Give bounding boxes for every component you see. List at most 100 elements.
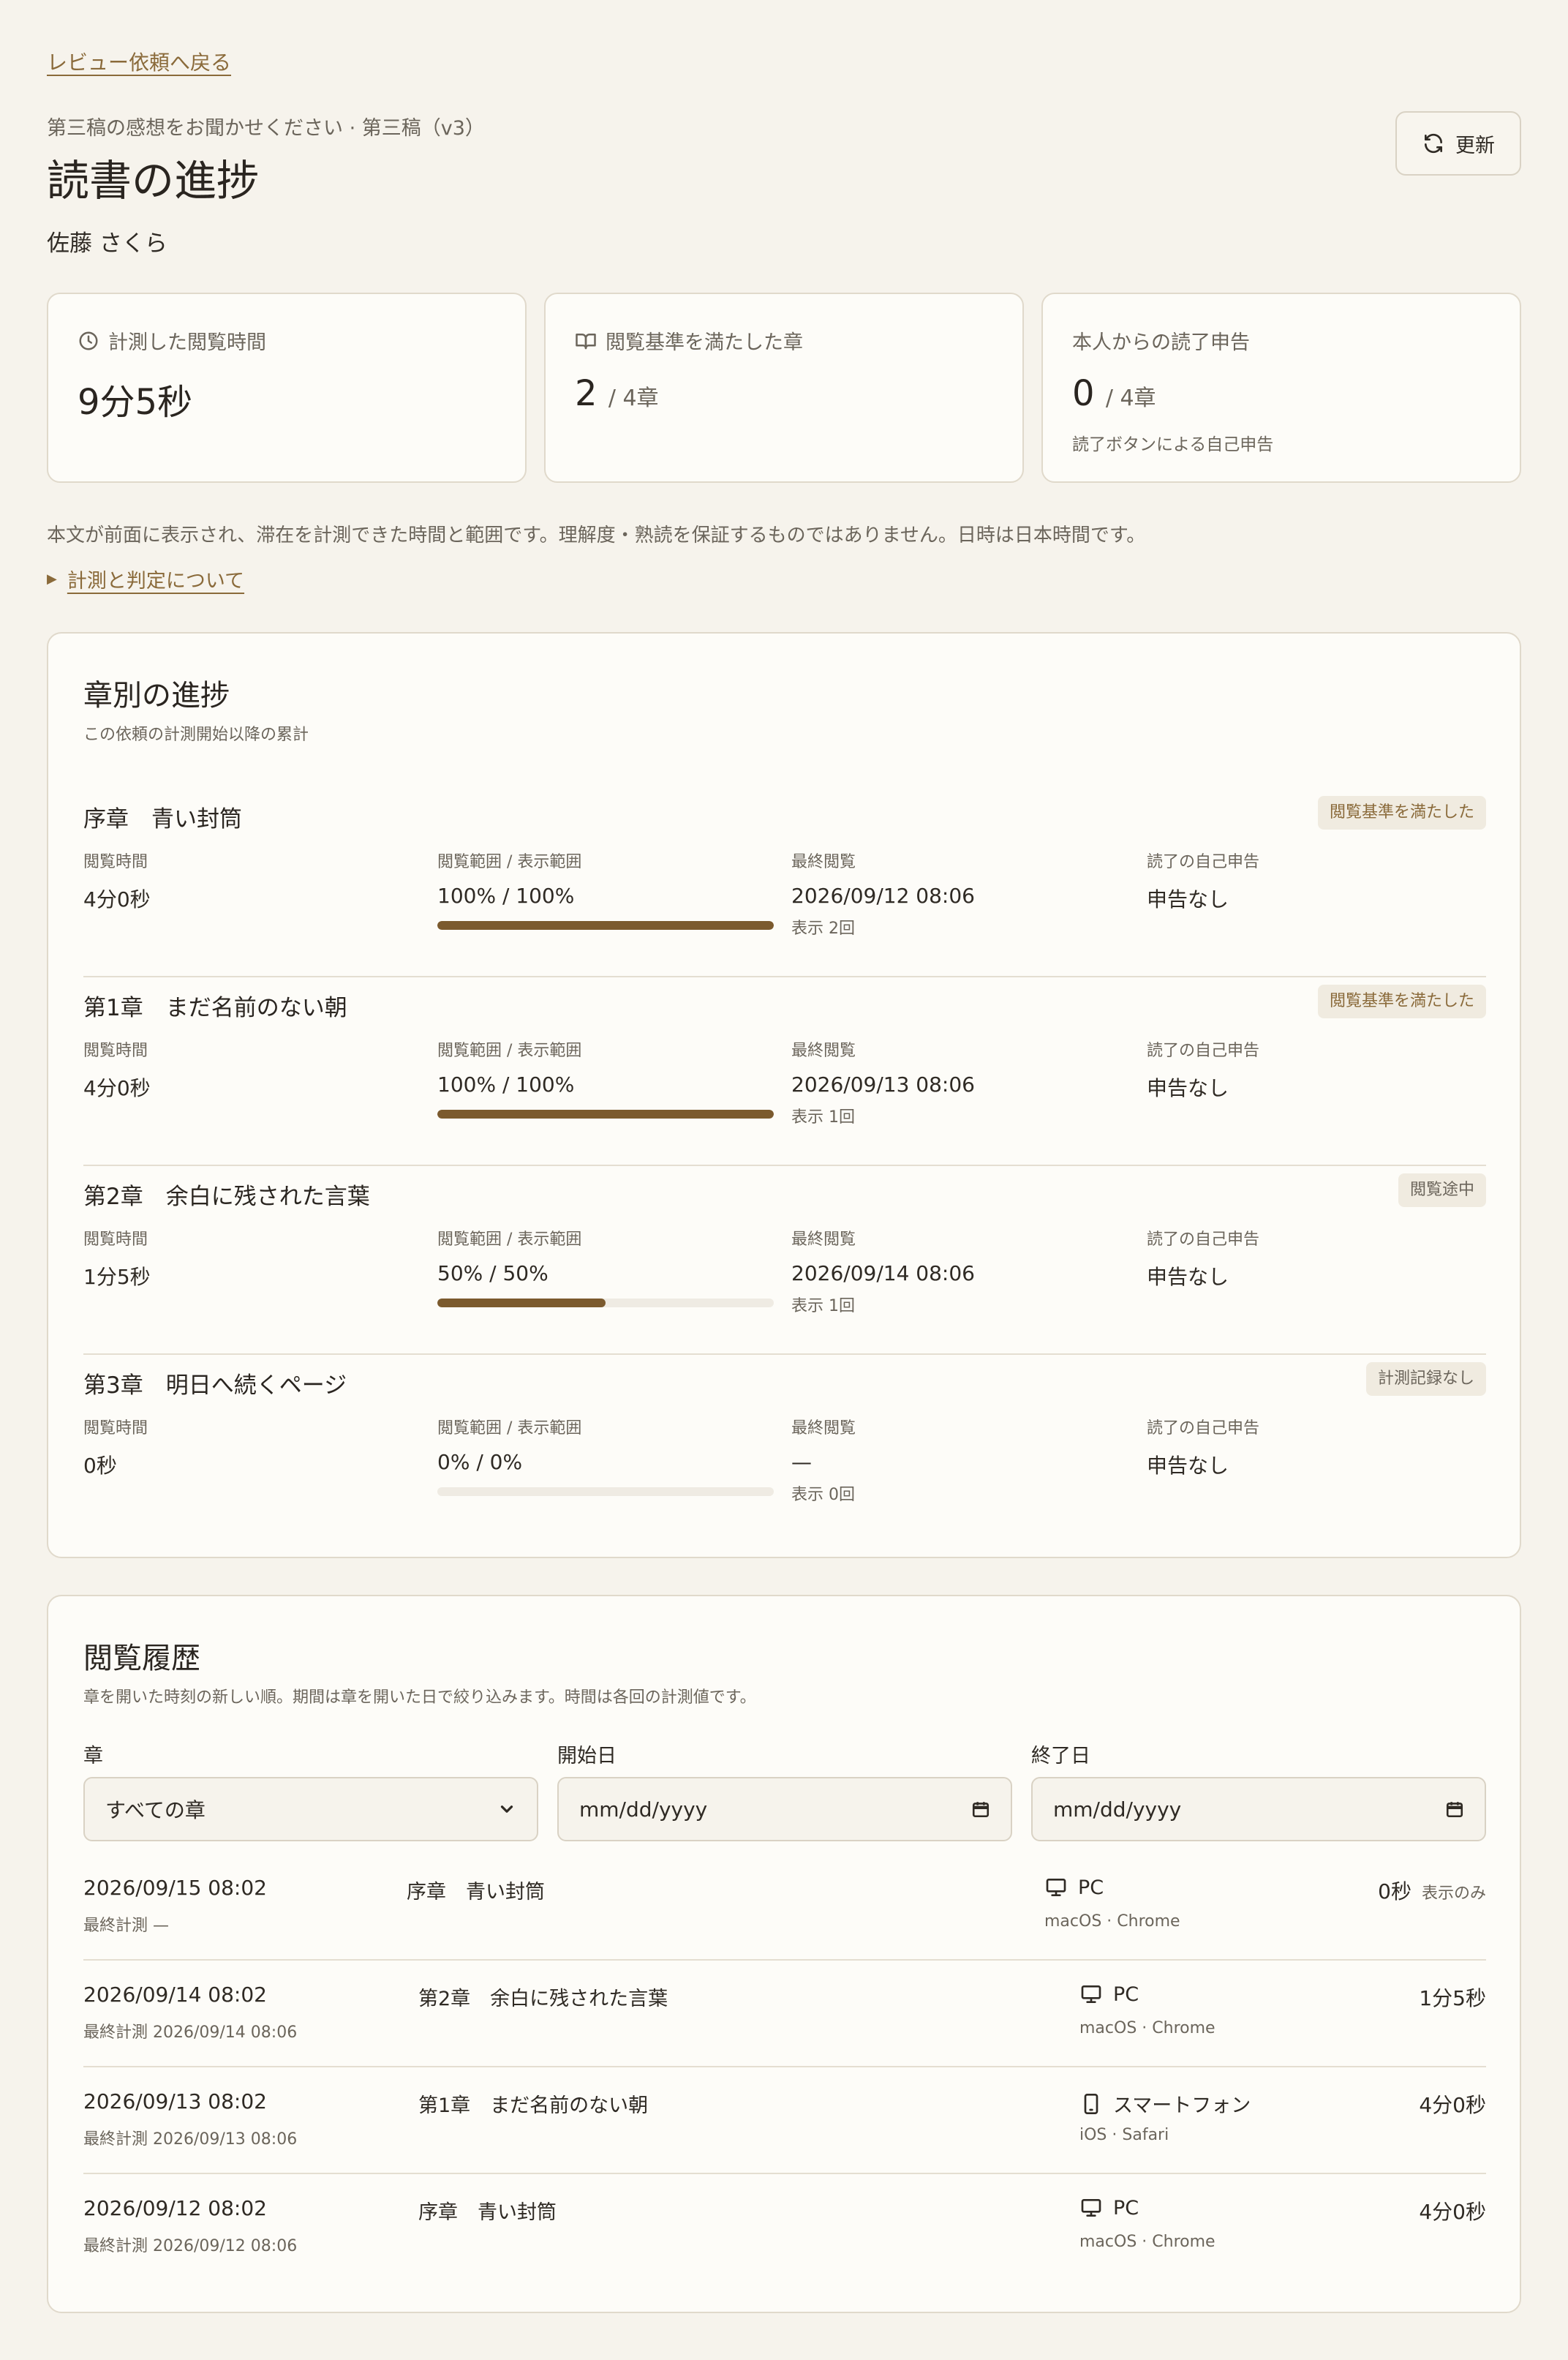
refresh-icon [1425, 133, 1442, 154]
history-duration: 1分5秒 [1419, 1986, 1486, 2010]
details-toggle-label: 計測と判定について [67, 570, 245, 593]
history-date: 2026/09/15 08:02 [83, 1876, 267, 1900]
start-date-input[interactable]: mm/dd/yyyy [557, 1777, 1012, 1841]
progress-bar [437, 1299, 774, 1307]
history-date: 2026/09/12 08:02 [83, 2196, 267, 2220]
end-date-placeholder: mm/dd/yyyy [1053, 1797, 1182, 1822]
measurement-disclaimer: 本文が前面に表示され、滞在を計測できた時間と範囲です。理解度・熟読を保証するもの… [47, 525, 1146, 546]
stat-note-self-reports: 読了ボタンによる自己申告 [1072, 435, 1274, 454]
history-row: 2026/09/15 08:02 最終計測 — 序章 青い封筒 PC macOS… [83, 1854, 1486, 1961]
last-viewed-label: 最終閲覧 [791, 1230, 856, 1249]
chapter-progress-card: 章別の進捗 この依頼の計測開始以降の累計 序章 青い封筒 閲覧基準を満たした 閲… [47, 632, 1521, 1558]
breadcrumb-kicker: 第三稿の感想をお聞かせください · 第三稿（v3） [47, 117, 485, 140]
chapter-title: 第3章 明日へ続くページ [83, 1372, 347, 1399]
history-row: 2026/09/13 08:02 最終計測 2026/09/13 08:06 第… [83, 2067, 1486, 2174]
history-duration: 4分0秒 [1419, 2093, 1486, 2117]
stat-label-self-reports: 本人からの読了申告 [1072, 331, 1250, 354]
status-badge: 計測記録なし [1365, 1362, 1486, 1396]
history-device: PC [1113, 2196, 1139, 2220]
measurement-details-toggle[interactable]: ▶ 計測と判定について [47, 565, 244, 593]
chapter-range: 0% / 0% [437, 1450, 523, 1474]
chapter-filter-value: すべての章 [105, 1798, 206, 1822]
history-device: スマートフォン [1113, 2094, 1251, 2117]
history-environment: iOS · Safari [1079, 2126, 1169, 2144]
chapter-view-count: 表示 2回 [791, 920, 855, 938]
chapter-row: 第3章 明日へ続くページ 計測記録なし 閲覧時間 0秒 閲覧範囲 / 表示範囲 … [83, 1355, 1486, 1544]
chapter-time: 1分5秒 [83, 1265, 151, 1289]
progress-bar [437, 1110, 774, 1119]
chapter-last-viewed: 2026/09/14 08:06 [791, 1261, 975, 1285]
history-last-measured: 最終計測 2026/09/14 08:06 [83, 2023, 298, 2042]
status-badge: 閲覧途中 [1398, 1173, 1486, 1207]
last-viewed-label: 最終閲覧 [791, 853, 856, 871]
chapter-row: 第1章 まだ名前のない朝 閲覧基準を満たした 閲覧時間 4分0秒 閲覧範囲 / … [83, 977, 1486, 1166]
stat-card-chapters-met: 閲覧基準を満たした章 2 / 4章 [544, 293, 1024, 483]
chapter-self-report: 申告なし [1147, 1265, 1229, 1289]
range-label: 閲覧範囲 / 表示範囲 [437, 853, 582, 871]
calendar-icon [1446, 1802, 1463, 1818]
self-report-label: 読了の自己申告 [1147, 853, 1260, 871]
end-date-input[interactable]: mm/dd/yyyy [1031, 1777, 1486, 1841]
chapter-filter-select[interactable]: すべての章 [83, 1777, 538, 1841]
status-badge: 閲覧基準を満たした [1317, 985, 1486, 1018]
start-date-label: 開始日 [557, 1745, 617, 1767]
history-row: 2026/09/14 08:02 最終計測 2026/09/14 08:06 第… [83, 1961, 1486, 2067]
history-date: 2026/09/14 08:02 [83, 1983, 267, 2007]
view-history-title: 閲覧履歴 [83, 1642, 200, 1675]
history-duration: 4分0秒 [1419, 2200, 1486, 2224]
stat-card-self-reports: 本人からの読了申告 0 / 4章 読了ボタンによる自己申告 [1041, 293, 1521, 483]
stat-value-time: 9分5秒 [78, 382, 193, 423]
chapter-title: 第1章 まだ名前のない朝 [83, 995, 347, 1021]
chevron-down-icon [500, 1805, 513, 1813]
progress-bar [437, 921, 774, 930]
stat-card-time: 計測した閲覧時間 9分5秒 [47, 293, 527, 483]
self-report-label: 読了の自己申告 [1147, 1230, 1260, 1249]
chapter-time: 4分0秒 [83, 1076, 151, 1100]
history-chapter: 序章 青い封筒 [418, 2201, 557, 2224]
range-label: 閲覧範囲 / 表示範囲 [437, 1419, 582, 1438]
stat-unit-chapters-met: / 4章 [608, 386, 659, 411]
back-to-review-link[interactable]: レビュー依頼へ戻る [47, 47, 231, 76]
chapter-last-viewed: — [791, 1450, 812, 1474]
stat-value-self-reports: 0 [1072, 373, 1095, 414]
history-device: PC [1113, 1983, 1139, 2006]
history-environment: macOS · Chrome [1079, 2233, 1215, 2251]
end-date-label: 終了日 [1031, 1745, 1090, 1767]
stat-label-chapters-met: 閲覧基準を満たした章 [606, 331, 803, 354]
progress-bar [437, 1487, 774, 1496]
history-tag: 表示のみ [1421, 1884, 1486, 1903]
history-chapter: 序章 青い封筒 [407, 1881, 545, 1904]
monitor-icon [1046, 1879, 1066, 1896]
stat-value-chapters-met: 2 [575, 373, 598, 414]
chapter-title: 第2章 余白に残された言葉 [83, 1184, 370, 1210]
chapter-row: 第2章 余白に残された言葉 閲覧途中 閲覧時間 1分5秒 閲覧範囲 / 表示範囲… [83, 1166, 1486, 1355]
chapter-view-count: 表示 1回 [791, 1297, 855, 1315]
page-title: 読書の進捗 [47, 156, 260, 206]
monitor-icon [1081, 1985, 1101, 2003]
chapter-row: 序章 青い封筒 閲覧基準を満たした 閲覧時間 4分0秒 閲覧範囲 / 表示範囲 … [83, 789, 1486, 977]
smartphone-icon [1084, 2093, 1098, 2114]
chapter-filter-label: 章 [83, 1745, 103, 1767]
history-environment: macOS · Chrome [1044, 1912, 1180, 1931]
history-environment: macOS · Chrome [1079, 2019, 1215, 2037]
chapter-range: 50% / 50% [437, 1261, 549, 1285]
refresh-button[interactable]: 更新 [1395, 111, 1521, 176]
view-history-card: 閲覧履歴 章を開いた時刻の新しい順。期間は章を開いた日で絞り込みます。時間は各回… [47, 1595, 1521, 2313]
time-label: 閲覧時間 [83, 1042, 148, 1060]
self-report-label: 読了の自己申告 [1147, 1042, 1260, 1060]
chapter-time: 4分0秒 [83, 887, 151, 912]
monitor-icon [1081, 2199, 1101, 2217]
self-report-label: 読了の自己申告 [1147, 1419, 1260, 1438]
history-last-measured: 最終計測 2026/09/12 08:06 [83, 2237, 298, 2255]
open-book-icon [576, 333, 596, 349]
last-viewed-label: 最終閲覧 [791, 1042, 856, 1060]
history-chapter: 第2章 余白に残された言葉 [418, 1988, 668, 2010]
reader-name: 佐藤 さくら [47, 230, 167, 257]
history-last-measured: 最終計測 2026/09/13 08:06 [83, 2130, 298, 2149]
range-label: 閲覧範囲 / 表示範囲 [437, 1042, 582, 1060]
history-filters: 章 すべての章 開始日 mm/dd/yyyy 終了日 mm/dd/yyyy [83, 1740, 1486, 1841]
chapter-title: 序章 青い封筒 [83, 806, 242, 833]
progress-bar-fill [437, 1299, 606, 1307]
stat-label-time: 計測した閲覧時間 [108, 331, 266, 354]
range-label: 閲覧範囲 / 表示範囲 [437, 1230, 582, 1249]
